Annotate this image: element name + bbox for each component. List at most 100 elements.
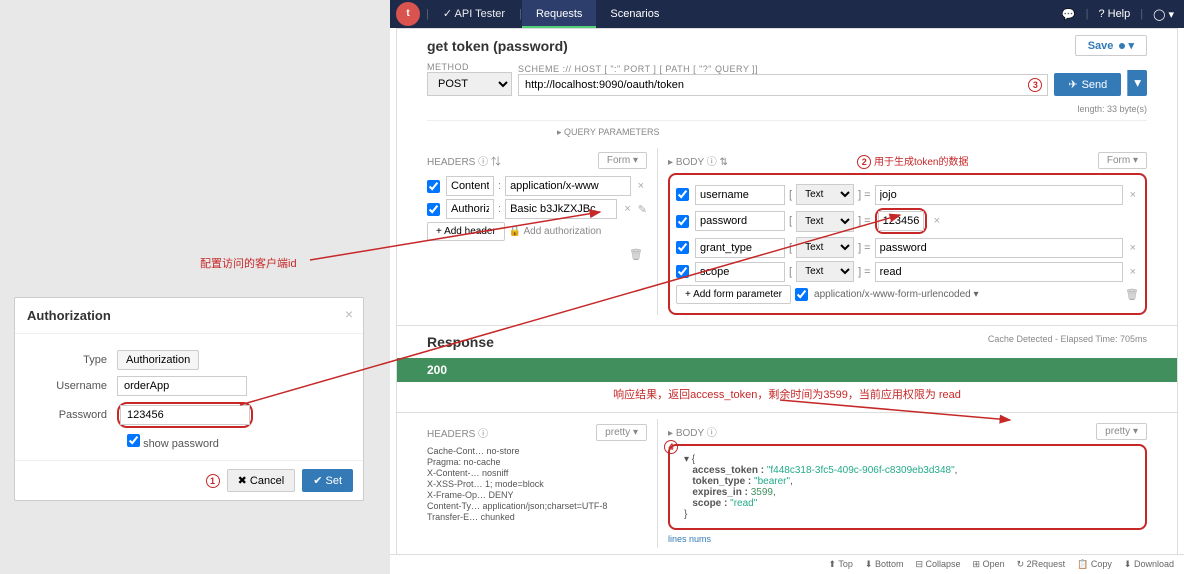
header-checkbox[interactable] [427,203,440,216]
body-params-box: [Text] = × [Text] = × [668,173,1147,315]
annotation-badge-4: 4 [664,440,678,454]
request2-button[interactable]: ↻ 2Request [1017,559,1066,570]
param-value-input[interactable] [875,262,1123,282]
resp-header-line: Pragma: no-cache [427,457,647,467]
param-name-input[interactable] [695,262,785,282]
remove-icon[interactable]: × [1127,189,1139,201]
copy-button[interactable]: 📋 Copy [1077,559,1112,570]
headers-form-dropdown[interactable]: Form ▾ [598,152,647,169]
resp-header-line: X-Content-… nosniff [427,468,647,478]
response-title: Response [427,334,494,350]
param-type-select[interactable]: Text [796,237,854,258]
resp-headers-title: HEADERS ⓘ [427,425,488,440]
status-code: 200 [397,358,1177,382]
param-value-input[interactable] [878,211,924,231]
main-app: t | ✓ API Tester | Requests Scenarios 💬|… [390,0,1184,574]
set-button[interactable]: ✔ Set [302,469,353,492]
param-type-select[interactable]: Text [796,261,854,282]
remove-icon[interactable]: × [1127,242,1139,254]
param-name-input[interactable] [695,185,785,205]
save-button[interactable]: Save ▾ [1075,35,1147,56]
query-params-toggle[interactable]: QUERY PARAMETERS [564,127,660,137]
method-select[interactable]: POST [427,72,512,96]
param-name-input[interactable] [695,238,785,258]
resp-header-line: Content-Ty… application/json;charset=UTF… [427,501,647,511]
open-button[interactable]: ⊞ Open [973,559,1005,570]
param-checkbox[interactable] [676,215,689,228]
add-header-button[interactable]: + Add header [427,222,505,241]
nav-api-tester[interactable]: ✓ API Tester [429,0,519,28]
content-type-checkbox[interactable] [795,288,808,301]
username-input[interactable] [117,376,247,396]
cancel-button[interactable]: ✖ Cancel [227,469,296,492]
body-row: [Text] = × [676,184,1139,205]
nav-scenarios[interactable]: Scenarios [596,0,673,28]
close-icon[interactable]: × [345,306,353,322]
edit-icon[interactable]: ✎ [638,203,647,216]
annotation-response: 响应结果，返回access_token，剩余时间为3599，当前应用权限为 re… [397,382,1177,406]
param-checkbox[interactable] [676,241,689,254]
param-checkbox[interactable] [676,188,689,201]
remove-icon[interactable]: × [1127,266,1139,278]
param-checkbox[interactable] [676,265,689,278]
header-name-input[interactable] [446,176,494,196]
resp-headers-pretty[interactable]: pretty ▾ [596,424,647,441]
resp-body-title: ▸ BODY ⓘ [668,424,717,439]
password-input[interactable] [120,405,250,425]
bottom-button[interactable]: ⬇ Bottom [865,559,904,570]
body-form-dropdown[interactable]: Form ▾ [1098,152,1147,169]
password-label: Password [27,409,117,421]
top-button[interactable]: ⬆ Top [828,559,852,570]
app-logo[interactable]: t [396,2,420,26]
show-password-checkbox[interactable] [127,434,140,447]
username-label: Username [27,380,117,392]
annotation-badge-1: 1 [206,474,220,488]
download-button[interactable]: ⬇ Download [1124,559,1174,570]
header-name-input[interactable] [446,199,494,219]
add-form-parameter-button[interactable]: + Add form parameter [676,285,791,304]
nav-requests[interactable]: Requests [522,0,596,28]
content-type-label[interactable]: application/x-www-form-urlencoded ▾ [814,289,979,300]
send-dropdown[interactable]: ▾ [1127,70,1147,96]
chat-icon[interactable]: 💬 [1062,8,1076,21]
param-name-input[interactable] [695,211,785,231]
headers-title: HEADERS ⓘ ⇅ [427,153,501,168]
header-value-input[interactable] [505,199,617,219]
show-password-label: show password [143,438,219,450]
resp-header-line: Transfer-E… chunked [427,512,647,522]
user-icon[interactable]: ◯ ▾ [1153,8,1174,21]
body-row: [Text] = × [676,237,1139,258]
scheme-label: SCHEME :// HOST [ ":" PORT ] [ PATH [ "?… [518,64,1048,74]
param-type-select[interactable]: Text [796,211,854,232]
param-value-input[interactable] [875,185,1123,205]
navbar: t | ✓ API Tester | Requests Scenarios 💬|… [390,0,1184,28]
remove-icon[interactable]: × [621,203,633,215]
dialog-title: Authorization [15,298,363,334]
lines-nums-link[interactable]: lines nums [668,530,1147,548]
auth-type-select[interactable]: Authorization [117,350,199,370]
request-title: get token (password) [427,38,568,54]
param-type-select[interactable]: Text [796,184,854,205]
header-row: : × [427,176,647,196]
add-authorization-link[interactable]: 🔒 Add authorization [509,226,602,237]
help-link[interactable]: ? Help [1098,8,1130,20]
remove-icon[interactable]: × [931,215,943,227]
send-button[interactable]: ✈ Send [1054,73,1121,96]
bottom-toolbar: ⬆ Top ⬇ Bottom ⊟ Collapse ⊞ Open ↻ 2Requ… [390,554,1184,574]
header-checkbox[interactable] [427,180,440,193]
annotation-client-id: 配置访问的客户端id [200,255,297,271]
trash-icon[interactable]: 🗑 [427,244,647,265]
header-value-input[interactable] [505,176,631,196]
annotation-badge-2: 2 [857,155,871,169]
remove-icon[interactable]: × [635,180,647,192]
trash-icon[interactable]: 🗑 [1125,288,1139,301]
type-label: Type [27,354,117,366]
collapse-button[interactable]: ⊟ Collapse [915,559,960,570]
resp-header-line: X-Frame-Op… DENY [427,490,647,500]
param-value-input[interactable] [875,238,1123,258]
resp-header-line: Cache-Cont… no-store [427,446,647,456]
url-input[interactable] [518,74,1048,96]
resp-body-pretty[interactable]: pretty ▾ [1096,423,1147,440]
response-meta: Cache Detected - Elapsed Time: 705ms [988,334,1147,350]
response-json: 4 ▾ { access_token : "f448c318-3fc5-409c… [668,444,1147,530]
